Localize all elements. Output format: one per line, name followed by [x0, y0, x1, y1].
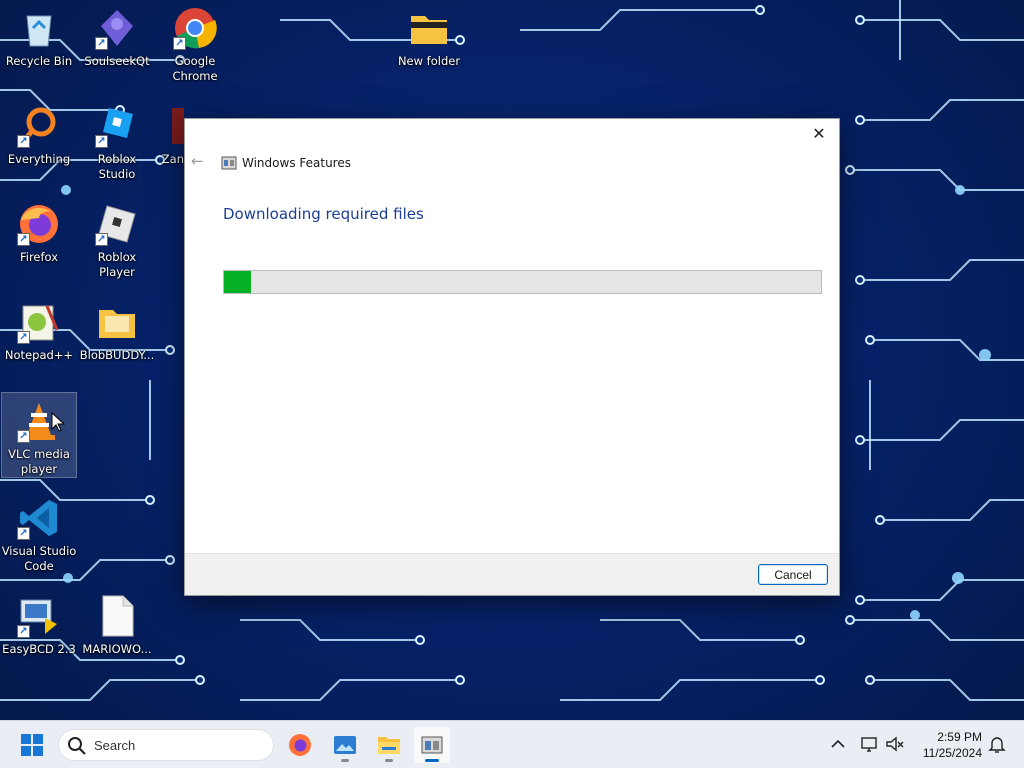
desktop-icon-label: MARIOWO... [82, 642, 152, 656]
notification-bell-icon [988, 737, 1006, 753]
shortcut-arrow-icon: ↗ [17, 430, 30, 443]
clock-time: 2:59 PM [937, 730, 982, 744]
desktop-icon-label: SoulseekQt [84, 54, 150, 68]
desktop-icon-label: Zan [161, 152, 184, 166]
desktop-icon-vlc[interactable]: ↗ VLC media player [1, 392, 77, 478]
start-button[interactable] [14, 727, 50, 763]
taskbar-app-file-explorer[interactable] [371, 727, 407, 763]
volume-button[interactable] [884, 733, 906, 755]
desktop-icon-label: Google Chrome [172, 54, 218, 83]
desktop-icon-label: Visual Studio Code [1, 544, 77, 573]
desktop-icon-label: Roblox Player [97, 250, 137, 279]
running-indicator [341, 759, 349, 762]
desktop-icon-label: VLC media player [8, 447, 70, 476]
download-progress-bar [223, 270, 822, 294]
dialog-header [185, 119, 839, 159]
taskbar: Search 2:59 PM 11/25/2024 [0, 720, 1024, 768]
shortcut-arrow-icon: ↗ [95, 135, 108, 148]
show-hidden-icons-button[interactable] [827, 733, 849, 755]
folder-icon [99, 310, 135, 338]
desktop-icon-blobbuddy[interactable]: BlobBUDDY... [79, 294, 155, 363]
active-indicator [425, 759, 439, 762]
desktop-icon-mariowo[interactable]: MARIOWO... [79, 588, 155, 657]
desktop-icon-roblox-player[interactable]: ↗ Roblox Player [79, 196, 155, 280]
desktop-icon-label: BlobBUDDY... [79, 348, 155, 362]
desktop-icon-label: Everything [7, 152, 71, 166]
desktop-icon-firefox[interactable]: ↗ Firefox [1, 196, 77, 265]
desktop-icon-label: Firefox [19, 250, 59, 264]
shortcut-arrow-icon: ↗ [17, 135, 30, 148]
cancel-button[interactable]: Cancel [758, 564, 828, 585]
desktop-icon-recycle-bin[interactable]: Recycle Bin [1, 0, 77, 69]
desktop-icon-label: Recycle Bin [5, 54, 73, 68]
desktop-icon-google-chrome[interactable]: ↗ Google Chrome [157, 0, 233, 84]
desktop-icon-new-folder[interactable]: New folder [391, 0, 467, 69]
taskbar-app-photos[interactable] [327, 727, 363, 763]
dialog-title: Windows Features [242, 156, 351, 170]
shortcut-arrow-icon: ↗ [17, 625, 30, 638]
progress-bar-fill [224, 271, 251, 293]
desktop-icon-everything[interactable]: ↗ Everything [1, 98, 77, 167]
mouse-cursor-icon [51, 412, 65, 432]
back-arrow-icon[interactable]: ← [191, 153, 207, 169]
taskbar-app-windows-features[interactable] [414, 727, 450, 763]
windows-features-dialog: ← Windows Features ✕ Downloading require… [184, 118, 840, 596]
desktop-icon-easybcd[interactable]: ↗ EasyBCD 2.3 [1, 588, 77, 657]
windows-features-icon [421, 736, 443, 754]
dialog-heading: Downloading required files [223, 205, 424, 223]
shortcut-arrow-icon: ↗ [173, 37, 186, 50]
desktop-icon-vscode[interactable]: ↗ Visual Studio Code [1, 490, 77, 574]
shortcut-arrow-icon: ↗ [95, 233, 108, 246]
folder-icon [411, 16, 447, 44]
search-icon [68, 737, 86, 755]
dialog-footer: Cancel [185, 553, 839, 595]
network-status-button[interactable] [859, 733, 881, 755]
shortcut-arrow-icon: ↗ [17, 331, 30, 344]
close-button[interactable]: ✕ [805, 123, 833, 145]
desktop-icon-label: New folder [397, 54, 461, 68]
search-placeholder: Search [94, 738, 136, 753]
taskbar-clock[interactable]: 2:59 PM 11/25/2024 [906, 729, 982, 761]
shortcut-arrow-icon: ↗ [17, 233, 30, 246]
desktop-icon-label: Roblox Studio [97, 152, 137, 181]
notification-center-button[interactable] [986, 733, 1008, 755]
clock-date: 11/25/2024 [922, 746, 982, 760]
desktop-icon-label: Notepad++ [4, 348, 74, 362]
network-icon [861, 737, 877, 752]
desktop-icon-zan[interactable]: Zan [150, 98, 184, 167]
windows-features-icon [221, 156, 237, 170]
desktop-icon-notepadpp[interactable]: ↗ Notepad++ [1, 294, 77, 363]
recycle-bin-icon [26, 15, 52, 47]
file-explorer-icon [378, 737, 400, 754]
start-icon [21, 734, 43, 756]
volume-muted-icon [886, 736, 904, 752]
desktop-icon-roblox-studio[interactable]: ↗ Roblox Studio [79, 98, 155, 182]
desktop-icon-soulseekqt[interactable]: ↗ SoulseekQt [79, 0, 155, 69]
shortcut-arrow-icon: ↗ [17, 527, 30, 540]
chevron-up-icon [831, 739, 845, 748]
shortcut-arrow-icon: ↗ [95, 37, 108, 50]
running-indicator [385, 759, 393, 762]
desktop-icon-label: EasyBCD 2.3 [2, 642, 76, 656]
document-icon [102, 595, 134, 637]
firefox-icon [289, 734, 311, 756]
taskbar-search-box[interactable]: Search [58, 729, 274, 761]
photos-icon [334, 736, 356, 754]
taskbar-app-firefox[interactable] [282, 727, 318, 763]
app-icon [172, 108, 184, 144]
